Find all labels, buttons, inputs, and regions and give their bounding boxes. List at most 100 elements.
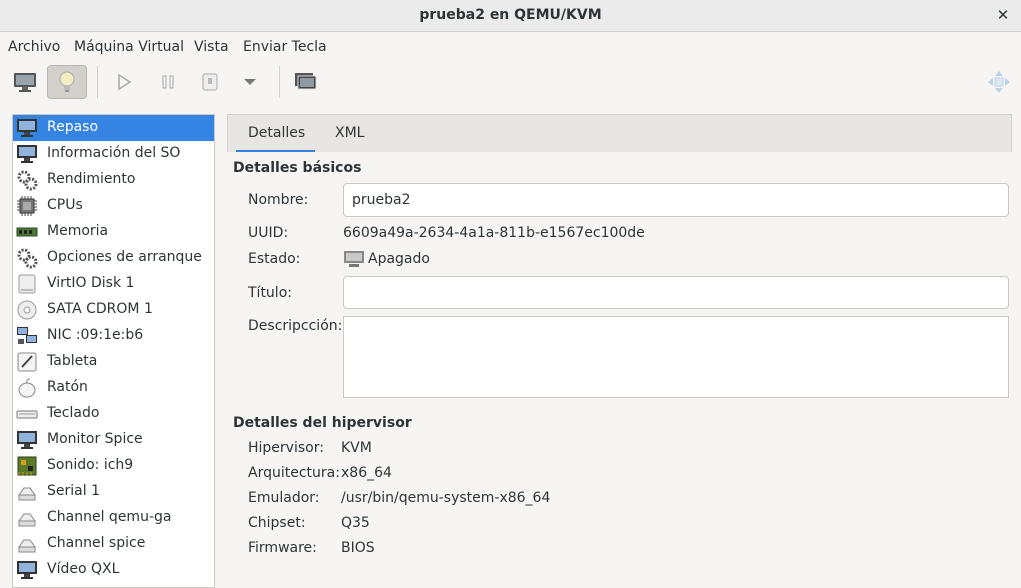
sidebar-item-rendimiento[interactable]: Rendimiento [13,167,214,193]
tablet-icon [17,352,37,372]
menu-enviar-tecla[interactable]: Enviar Tecla [243,39,327,55]
description-textarea[interactable] [343,316,1009,398]
title-label: Título: [248,285,292,301]
sidebar-item-channel-qemu-ga[interactable]: Channel qemu-ga [13,505,214,531]
chipset-label: Chipset: [248,515,306,531]
sidebar-item-cpus[interactable]: CPUs [13,193,214,219]
shutoff-monitor-icon [344,251,364,267]
monitor-icon [17,119,37,137]
hypervisor-value: KVM [341,440,372,456]
pause-icon [162,75,174,89]
state-label: Estado: [248,251,301,267]
run-button[interactable] [104,65,144,99]
architecture-value: x86_64 [341,465,392,481]
cpu-icon [17,196,37,216]
sidebar-item-label: Ratón [47,379,88,395]
uuid-label: UUID: [248,225,289,241]
hypervisor-label: Hipervisor: [248,440,324,456]
sidebar-item-channel-spice[interactable]: Channel spice [13,531,214,557]
uuid-value: 6609a49a-2634-4a1a-811b-e1567ec100de [343,225,645,241]
lightbulb-icon [59,71,75,92]
hypervisor-details-heading: Detalles del hipervisor [233,415,412,431]
tab-bar: Detalles XML [227,114,1012,153]
sidebar-item-memoria[interactable]: Memoria [13,219,214,245]
memory-icon [16,227,38,237]
sidebar-item-label: CPUs [47,197,83,213]
sidebar-item-label: Channel spice [47,535,146,551]
name-field[interactable]: prueba2 [343,183,1009,217]
overview-content: Detalles básicos Nombre: prueba2 UUID: 6… [227,152,1012,588]
sidebar-item-sonido[interactable]: Sonido: ich9 [13,453,214,479]
sidebar-item-label: Rendimiento [47,171,136,187]
disk-icon [18,274,36,294]
sidebar-item-label: Vídeo QXL [47,561,120,577]
sidebar-item-tableta[interactable]: Tableta [13,349,214,375]
title-field[interactable] [343,276,1009,309]
sidebar-item-virtio-disk[interactable]: VirtIO Disk 1 [13,271,214,297]
sidebar-item-opciones-arranque[interactable]: Opciones de arranque [13,245,214,271]
sidebar-item-sata-cdrom[interactable]: SATA CDROM 1 [13,297,214,323]
gears-icon [17,170,38,191]
sidebar-item-monitor-spice[interactable]: Monitor Spice [13,427,214,453]
chipset-value: Q35 [341,515,370,531]
tab-xml[interactable]: XML [335,125,364,141]
shutdown-menu-button[interactable] [230,65,270,99]
play-icon [118,73,132,91]
sidebar-item-video-qxl[interactable]: Vídeo QXL [13,557,214,583]
close-button[interactable]: ✕ [993,5,1013,25]
emulator-label: Emulador: [248,490,320,506]
tab-detalles[interactable]: Detalles [248,125,305,141]
monitor-icon [14,73,36,92]
gears-icon [17,248,38,269]
sidebar-item-label: VirtIO Disk 1 [47,275,135,291]
menu-maquina-virtual[interactable]: Máquina Virtual [74,39,184,55]
sidebar-item-label: Memoria [47,223,109,239]
sidebar-item-label: Sonido: ich9 [47,457,134,473]
menu-vista[interactable]: Vista [194,39,229,55]
menu-bar: Archivo Máquina Virtual Vista Enviar Tec… [0,33,1021,62]
details-view-button[interactable] [47,65,87,99]
sidebar-item-label: Monitor Spice [47,431,143,447]
basic-details-heading: Detalles básicos [233,160,362,176]
sidebar-item-repaso[interactable]: Repaso [13,115,214,141]
name-label: Nombre: [248,192,309,208]
power-icon [202,73,218,91]
sidebar-item-raton[interactable]: Ratón [13,375,214,401]
architecture-label: Arquitectura: [248,465,340,481]
monitor-icon [17,561,37,579]
menu-archivo[interactable]: Archivo [8,39,60,55]
sidebar-item-label: Opciones de arranque [47,249,202,265]
sidebar-item-label: Teclado [47,405,100,421]
fullscreen-icon [988,71,1010,93]
window-title: prueba2 en QEMU/KVM [419,7,602,23]
firmware-value: BIOS [341,540,375,556]
sound-card-icon [17,456,37,476]
sidebar-item-serial[interactable]: Serial 1 [13,479,214,505]
snapshot-icon [295,73,317,90]
snapshots-button[interactable] [285,65,325,99]
chevron-down-icon [244,79,256,85]
serial-icon [18,487,36,501]
cdrom-icon [17,300,37,320]
pause-button[interactable] [148,65,188,99]
title-bar: prueba2 en QEMU/KVM ✕ [0,0,1021,32]
sidebar-item-informacion-so[interactable]: Información del SO [13,141,214,167]
sidebar-item-label: NIC :09:1e:b6 [47,327,144,343]
toolbar-separator [279,66,280,98]
keyboard-icon [16,410,38,419]
fullscreen-button[interactable] [979,65,1019,99]
sidebar-item-label: Tableta [47,353,98,369]
description-label: Descripcción: [248,318,343,334]
monitor-icon [17,145,37,163]
firmware-label: Firmware: [248,540,317,556]
sidebar-item-label: SATA CDROM 1 [47,301,153,317]
hardware-list: Repaso Información del SO Rendimiento CP… [12,114,215,588]
shutdown-button[interactable] [190,65,230,99]
console-view-button[interactable] [5,65,45,99]
sidebar-item-nic[interactable]: NIC :09:1e:b6 [13,323,214,349]
emulator-value: /usr/bin/qemu-system-x86_64 [341,490,551,506]
toolbar [0,62,1021,102]
serial-icon [18,539,36,553]
sidebar-item-teclado[interactable]: Teclado [13,401,214,427]
monitor-icon [17,431,37,449]
